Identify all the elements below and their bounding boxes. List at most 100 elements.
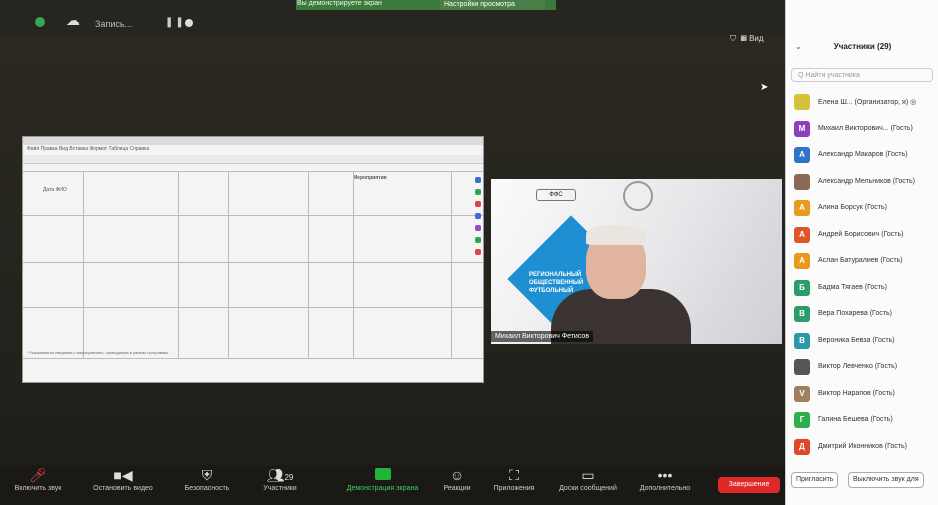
side-tool-icon[interactable] [475, 237, 481, 243]
apps-button[interactable]: ⛶ Приложения [484, 465, 544, 492]
view-options-button[interactable]: Настройки просмотра [440, 0, 545, 10]
avatar: В [794, 306, 810, 322]
document-title-bar [23, 137, 483, 145]
avatar [794, 94, 810, 110]
participant-name: Бадма Тягаев (Гость) [818, 283, 887, 291]
view-button[interactable]: ⛉ ▦ Вид [730, 34, 764, 44]
share-screen-icon [374, 468, 391, 480]
table-column-line [308, 171, 309, 358]
round-logo [623, 181, 653, 211]
table-column-line [451, 171, 452, 358]
participant-name: Виктор Нарапов (Гость) [818, 389, 895, 397]
participants-panel: ⌄ Участники (29) Q Найти участника Елена… [785, 0, 938, 505]
table-line [23, 262, 483, 263]
side-tool-icon[interactable] [475, 177, 481, 183]
table-header-right: Мероприятия [353, 175, 387, 181]
security-button[interactable]: ⛨ Безопасность [172, 465, 242, 492]
recording-indicator-icon [35, 17, 45, 27]
table-line [23, 171, 483, 172]
avatar: A [794, 226, 810, 243]
document-side-toolbar[interactable] [475, 177, 483, 327]
panel-footer: Пригласить Выключить звук для [786, 470, 938, 490]
participant-item[interactable]: Виктор Левченко (Гость) [794, 357, 938, 377]
participant-item[interactable]: Б Бадма Тягаев (Гость) [794, 278, 938, 298]
table-line [23, 358, 483, 359]
panel-title: Участники (29) [833, 42, 892, 51]
side-tool-icon[interactable] [475, 201, 481, 207]
stop-recording-icon[interactable] [185, 19, 193, 27]
table-column-line [178, 171, 179, 358]
invite-button[interactable]: Пригласить [791, 472, 839, 488]
participant-item[interactable]: A Андрей Борисович (Гость) [794, 225, 938, 245]
participant-name: Вероника Бевза (Гость) [818, 336, 895, 344]
sharing-banner-text: Вы демонстрируете экран [297, 0, 382, 7]
side-tool-icon[interactable] [475, 189, 481, 195]
avatar: A [794, 253, 810, 269]
document-menu: Файл Правка Вид Вставка Формат Таблица С… [27, 146, 150, 152]
pause-recording-icon[interactable]: ❚❚ [165, 17, 186, 28]
more-button[interactable]: ••• Дополнительно [630, 465, 700, 492]
stop-video-button[interactable]: ■◀ Остановить видео [78, 465, 168, 492]
avatar: V [794, 385, 810, 402]
participant-item[interactable]: Г Галина Бешева (Гость) [794, 410, 938, 430]
participant-item[interactable]: A Алина Борсук (Гость) [794, 198, 938, 218]
whiteboards-button[interactable]: ▭ Доски сообщений [548, 465, 628, 492]
avatar: A [794, 200, 810, 216]
table-line [23, 215, 483, 216]
mute-all-button[interactable]: Выключить звук для [848, 472, 924, 488]
participant-name: Галина Бешева (Гость) [818, 416, 893, 423]
table-line [23, 307, 483, 308]
more-dots-icon: ••• [657, 467, 673, 483]
participant-item[interactable]: A Аслан Батуралиев (Гость) [794, 251, 938, 271]
participant-item[interactable]: V Виктор Нарапов (Гость) [794, 384, 938, 404]
apps-icon: ⛶ [509, 467, 519, 483]
participant-item[interactable]: Александр Мельников (Гость) [794, 172, 938, 192]
video-camera-icon: ■◀ [113, 467, 133, 483]
participant-item[interactable]: Д Дмитрий Иконников (Гость) [794, 437, 938, 457]
microphone-muted-icon: 🎤︎ [29, 467, 47, 483]
document-toolbar [23, 155, 483, 164]
side-tool-icon[interactable] [475, 249, 481, 255]
shield-icon: ⛨ [201, 467, 213, 483]
participant-name: Вера Похарева (Гость) [818, 310, 892, 317]
participant-name: Михаил Викторович... (Гость) [818, 124, 913, 132]
participant-item[interactable]: Елена Ш... (Организатор, я) ◎ [794, 92, 938, 112]
avatar: В [794, 332, 810, 349]
avatar: Б [794, 279, 810, 296]
speaker-hair [586, 225, 646, 245]
table-column-line [228, 171, 229, 358]
cloud-icon: ☁ [66, 12, 80, 28]
whiteboard-icon: ▭ [581, 467, 595, 483]
emblem-logo: ФФС [536, 189, 576, 201]
avatar: Г [794, 412, 810, 428]
avatar: Д [794, 438, 810, 455]
avatar: M [794, 120, 810, 137]
participant-item[interactable]: В Вероника Бевза (Гость) [794, 331, 938, 351]
speaker-video-tile[interactable]: РЕГИОНАЛЬНЫЙ ОБЩЕСТВЕННЫЙ ФУТБОЛЬНЫЙ ФФС… [491, 179, 782, 344]
shared-document-window: Файл Правка Вид Вставка Формат Таблица С… [22, 136, 484, 383]
recording-label: Запись... [95, 19, 133, 29]
shared-screen-area: ☁ Запись... ❚❚ Вы демонстрируете экран Н… [0, 0, 785, 505]
reactions-button[interactable]: ☺ Реакции [432, 465, 482, 492]
participant-search-input[interactable]: Q Найти участника [791, 68, 933, 82]
table-header-left: Дата ФИО [43, 187, 67, 193]
view-label: Вид [749, 34, 764, 43]
avatar: A [794, 147, 810, 163]
end-meeting-button[interactable]: Завершение [718, 477, 780, 493]
participants-button[interactable]: 👥︎29 Участники [250, 465, 310, 492]
unmute-button[interactable]: 🎤︎ Включить звук [8, 465, 68, 492]
side-tool-icon[interactable] [475, 225, 481, 231]
reaction-icon: ☺ [449, 467, 465, 483]
speaker-name-tag: Михаил Викторович Фетисов [491, 331, 594, 342]
meeting-toolbar: 🎤︎ Включить звук ■◀ Остановить видео ⛨ Б… [0, 465, 785, 505]
participants-count: 29 [284, 473, 294, 482]
grid-icon: ▦ [740, 34, 747, 43]
participant-item[interactable]: A Александр Макаров (Гость) [794, 145, 938, 165]
side-tool-icon[interactable] [475, 213, 481, 219]
share-screen-button[interactable]: Демонстрация экрана [335, 465, 430, 492]
participant-item[interactable]: В Вера Похарева (Гость) [794, 304, 938, 324]
shield-icon: ⛉ [730, 34, 736, 43]
participant-item[interactable]: M Михаил Викторович... (Гость) [794, 119, 938, 139]
participant-name: Андрей Борисович (Гость) [818, 230, 904, 238]
participant-name: Аслан Батуралиев (Гость) [818, 257, 903, 264]
